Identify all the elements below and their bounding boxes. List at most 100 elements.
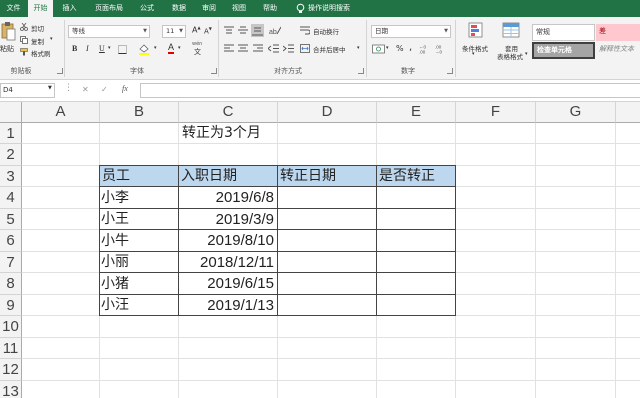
column-header-e[interactable]: E — [377, 102, 456, 123]
font-size-combo[interactable]: 11 ▼ — [162, 25, 186, 38]
tab-help[interactable]: 帮助 — [258, 0, 282, 17]
column-header-a[interactable]: A — [22, 102, 100, 123]
row-header-4[interactable]: 4 — [0, 187, 22, 209]
copy-button[interactable]: 复制 — [31, 36, 44, 46]
merge-dropdown-icon[interactable]: ▾ — [357, 45, 360, 51]
fill-color-icon[interactable] — [138, 44, 150, 55]
tab-formulas[interactable]: 公式 — [134, 0, 160, 17]
row-header-10[interactable]: 10 — [0, 316, 22, 338]
header-cell-employee[interactable]: 员工 — [100, 166, 178, 187]
row-header-12[interactable]: 12 — [0, 359, 22, 381]
conditional-dropdown-icon[interactable]: ▾ — [472, 51, 475, 57]
decrease-indent-icon[interactable] — [268, 44, 279, 53]
align-bottom-icon[interactable] — [251, 24, 264, 37]
bold-button[interactable]: B — [72, 44, 77, 53]
employee-name-cell[interactable]: 小汪 — [101, 295, 177, 316]
conditional-formatting-button[interactable]: 条件格式 — [462, 43, 488, 53]
italic-button[interactable]: I — [86, 44, 89, 53]
font-color-dropdown-icon[interactable]: ▾ — [178, 45, 181, 51]
format-as-table-button[interactable]: 表格格式 — [497, 51, 523, 61]
borders-icon[interactable] — [118, 45, 129, 54]
style-bad[interactable]: 差 — [596, 24, 640, 41]
row-header-5[interactable]: 5 — [0, 209, 22, 230]
row-header-8[interactable]: 8 — [0, 273, 22, 295]
hire-date-cell[interactable]: 2019/3/9 — [179, 209, 277, 230]
copy-dropdown-icon[interactable]: ▾ — [50, 36, 53, 42]
format-as-table-dropdown-icon[interactable]: ▾ — [525, 51, 528, 57]
header-cell-is-confirmed[interactable]: 是否转正 — [377, 166, 455, 187]
number-launcher-icon[interactable] — [447, 68, 453, 74]
tab-insert[interactable]: 插入 — [56, 0, 83, 17]
font-name-combo[interactable]: 等线 ▼ — [68, 25, 150, 38]
row-header-3[interactable]: 3 — [0, 166, 22, 187]
number-format-combo[interactable]: 日期 ▼ — [371, 25, 451, 38]
tab-home[interactable]: 开始 — [28, 0, 53, 17]
fill-dropdown-icon[interactable]: ▾ — [154, 45, 157, 51]
hire-date-cell[interactable]: 2019/6/15 — [179, 273, 277, 295]
accounting-dropdown-icon[interactable]: ▾ — [386, 45, 389, 51]
header-cell-hire-date[interactable]: 入职日期 — [179, 166, 277, 187]
row-header-6[interactable]: 6 — [0, 230, 22, 252]
decrease-decimal-icon[interactable]: .00→0 — [435, 44, 448, 55]
sheet-title-cell[interactable]: 转正为3个月 — [182, 123, 302, 144]
cancel-icon[interactable]: ✕ — [82, 85, 89, 94]
alignment-launcher-icon[interactable] — [358, 68, 364, 74]
decrease-font-icon[interactable]: A▼ — [204, 26, 212, 35]
style-normal[interactable]: 常规 — [532, 24, 595, 41]
clipboard-launcher-icon[interactable] — [57, 68, 63, 74]
column-header-g[interactable]: G — [536, 102, 616, 123]
paste-icon[interactable] — [1, 21, 16, 43]
percent-button[interactable]: % — [396, 44, 404, 53]
name-box-dropdown-icon[interactable]: ▼ — [48, 85, 52, 91]
column-header-d[interactable]: D — [278, 102, 377, 123]
tab-file[interactable]: 文件 — [0, 0, 27, 17]
align-top-icon[interactable] — [224, 26, 234, 35]
increase-decimal-icon[interactable]: ←0.00 — [419, 44, 432, 55]
row-header-11[interactable]: 11 — [0, 338, 22, 359]
hire-date-cell[interactable]: 2019/1/13 — [179, 295, 277, 316]
column-header-f[interactable]: F — [456, 102, 536, 123]
hire-date-cell[interactable]: 2018/12/11 — [179, 252, 277, 273]
comma-style-button[interactable]: , — [409, 42, 412, 53]
header-cell-confirm-date[interactable]: 转正日期 — [278, 166, 376, 187]
cut-button[interactable]: 剪切 — [31, 23, 44, 33]
underline-button[interactable]: U — [99, 44, 105, 53]
column-header-c[interactable]: C — [179, 102, 278, 123]
font-color-button[interactable]: A — [168, 42, 175, 54]
hire-date-cell[interactable]: 2019/6/8 — [179, 187, 277, 209]
row-header-2[interactable]: 2 — [0, 144, 22, 166]
tab-view[interactable]: 视图 — [227, 0, 251, 17]
tab-page-layout[interactable]: 页面布局 — [90, 0, 128, 17]
paste-button[interactable]: 粘贴 — [0, 44, 14, 54]
row-header-13[interactable]: 13 — [0, 381, 22, 398]
select-all-corner[interactable] — [0, 102, 22, 123]
font-launcher-icon[interactable] — [211, 68, 217, 74]
name-box[interactable]: D4 — [0, 83, 55, 98]
style-explanatory[interactable]: 解释性文本 — [596, 42, 640, 59]
style-check-cell[interactable]: 检查单元格 — [532, 42, 595, 59]
insert-function-icon[interactable]: fx — [122, 84, 128, 93]
underline-dropdown-icon[interactable]: ▾ — [108, 45, 111, 51]
row-header-1[interactable]: 1 — [0, 123, 22, 144]
enter-icon[interactable]: ✓ — [101, 85, 108, 94]
accounting-format-icon[interactable] — [372, 44, 385, 54]
employee-name-cell[interactable]: 小王 — [101, 209, 177, 230]
align-left-icon[interactable] — [224, 44, 234, 53]
row-header-9[interactable]: 9 — [0, 295, 22, 316]
orientation-icon[interactable]: ab — [269, 26, 281, 35]
phonetic-guide-icon[interactable]: 文 — [194, 47, 201, 57]
merge-center-button[interactable]: 合并后居中 — [313, 44, 346, 54]
tab-data[interactable]: 数据 — [166, 0, 192, 17]
align-right-icon[interactable] — [253, 44, 263, 53]
tell-me-search[interactable]: 操作说明搜索 — [308, 0, 358, 17]
formula-bar-splitter-icon[interactable]: ⋮ — [64, 83, 73, 93]
employee-name-cell[interactable]: 小丽 — [101, 252, 177, 273]
align-center-icon[interactable] — [238, 44, 248, 53]
employee-name-cell[interactable]: 小猪 — [101, 273, 177, 295]
employee-name-cell[interactable]: 小牛 — [101, 230, 177, 252]
employee-name-cell[interactable]: 小李 — [101, 187, 177, 209]
increase-font-icon[interactable]: A▲ — [192, 25, 201, 35]
formula-input[interactable] — [140, 83, 640, 98]
wrap-text-button[interactable]: 自动换行 — [313, 26, 339, 36]
row-header-7[interactable]: 7 — [0, 252, 22, 273]
